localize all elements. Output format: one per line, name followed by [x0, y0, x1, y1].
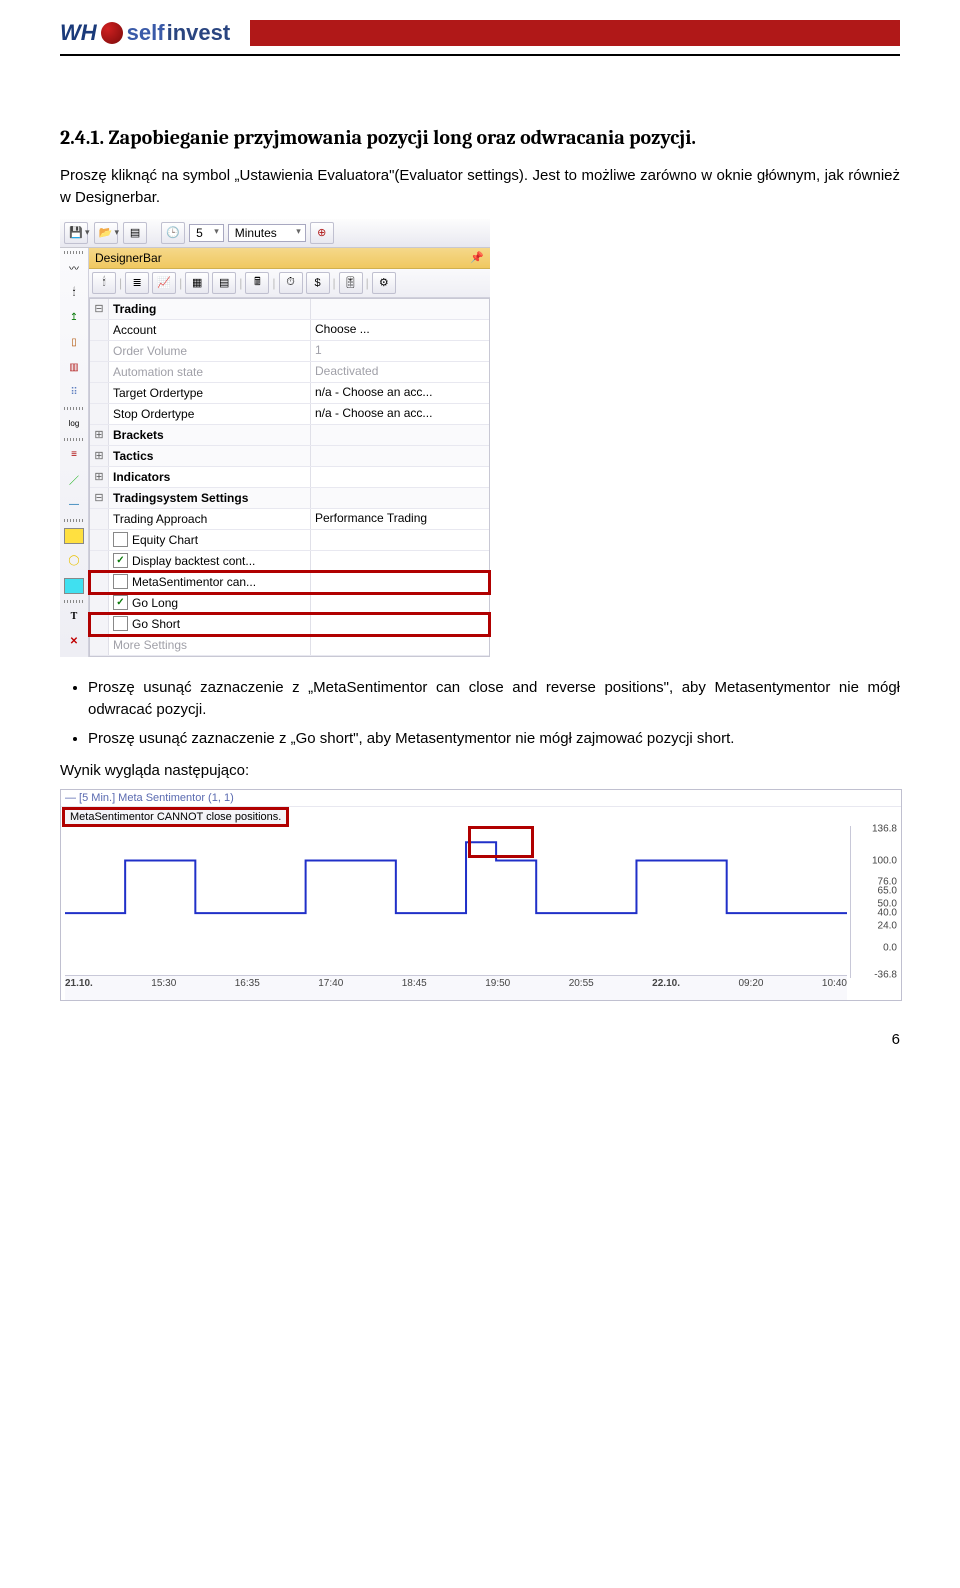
logo-globe-icon [101, 22, 123, 44]
prop-trading-approach[interactable]: Trading Approach Performance Trading [90, 509, 489, 530]
bullet-1: Proszę usunąć zaznaczenie z „MetaSentime… [88, 677, 900, 722]
bullet-2: Proszę usunąć zaznaczenie z „Go short", … [88, 728, 900, 751]
prop-stop-ordertype[interactable]: Stop Ordertype n/a - Choose an acc... [90, 404, 489, 425]
paragraph-1: Proszę kliknąć na symbol „Ustawienia Eva… [60, 165, 900, 209]
bullet-list: Proszę usunąć zaznaczenie z „MetaSentime… [88, 677, 900, 751]
db-calc-icon[interactable]: 🖩 [245, 272, 269, 294]
x-tick: 15:30 [151, 978, 176, 998]
checkbox-checked-icon[interactable]: ✓ [113, 595, 128, 610]
clock-icon[interactable]: 🕒 [161, 222, 185, 244]
x-tick: 22.10. [652, 978, 680, 998]
checkbox-unchecked-icon[interactable] [113, 574, 128, 589]
chart-x-axis: 21.10. 15:30 16:35 17:40 18:45 19:50 20:… [65, 975, 847, 1000]
y-tick: 65.0 [878, 886, 897, 897]
tool-delete-icon[interactable]: ✕ [62, 631, 86, 653]
designerbar-toolbar: 🕯 | ≣ 📈 | ▦ ▤ | 🖩 | ⏱ $ | 🎚 | ⚙ [89, 269, 490, 298]
x-tick: 16:35 [235, 978, 260, 998]
y-tick: 24.0 [878, 921, 897, 932]
designerbar-title-bar: DesignerBar 📌 [89, 248, 490, 269]
sentimentor-chart: — [5 Min.] Meta Sentimentor (1, 1) MetaS… [60, 789, 902, 1001]
x-tick: 17:40 [318, 978, 343, 998]
timeframe-unit-select[interactable]: Minutes [228, 224, 306, 242]
db-candle-icon[interactable]: 🕯 [92, 272, 116, 294]
x-tick: 18:45 [402, 978, 427, 998]
timeframe-value-input[interactable]: 5 [189, 224, 224, 242]
tool-trend-icon[interactable]: ／ [62, 469, 86, 491]
db-sliders-icon[interactable]: 🎚 [339, 272, 363, 294]
swatch-circle-yellow[interactable]: ◯ [62, 550, 86, 572]
chart-title: — [5 Min.] Meta Sentimentor (1, 1) [61, 790, 901, 807]
pin-icon[interactable]: 📌 [470, 251, 484, 264]
prop-order-volume: Order Volume 1 [90, 341, 489, 362]
checkbox-unchecked-icon[interactable] [113, 616, 128, 631]
category-brackets[interactable]: ⊞ Brackets [90, 425, 489, 446]
tool-dots-icon[interactable]: ⠿ [62, 382, 86, 404]
tool-ohlc-icon[interactable]: ▯ [62, 332, 86, 354]
logo-invest-text: invest [167, 20, 231, 46]
db-clock-icon[interactable]: ⏱ [279, 272, 303, 294]
prop-display-backtest[interactable]: ✓Display backtest cont... [90, 551, 489, 572]
section-title: 2.4.1. Zapobieganie przyjmowania pozycji… [60, 126, 900, 149]
checkbox-unchecked-icon[interactable] [113, 532, 128, 547]
logo: WH self invest [60, 20, 230, 46]
tool-line-chart-icon[interactable]: 〰 [62, 257, 86, 279]
prop-target-ordertype[interactable]: Target Ordertype n/a - Choose an acc... [90, 383, 489, 404]
x-tick: 10:40 [822, 978, 847, 998]
db-chart-icon[interactable]: 📈 [152, 272, 176, 294]
property-grid: ⊟ Trading Account Choose ... Order Volum… [89, 298, 490, 657]
page-number: 6 [60, 1031, 900, 1048]
y-tick: 136.8 [872, 824, 897, 835]
chart-annotation-badge: MetaSentimentor CANNOT close positions. [64, 809, 287, 825]
prop-go-short[interactable]: Go Short [90, 614, 489, 635]
prop-more-settings[interactable]: More Settings [90, 635, 489, 656]
tool-text-icon[interactable]: T [62, 606, 86, 628]
chart-highlight-box [468, 826, 534, 858]
chart-candles-icon[interactable]: ▤ [123, 222, 147, 244]
y-tick: 40.0 [878, 907, 897, 918]
y-tick: 100.0 [872, 855, 897, 866]
swatch-yellow[interactable] [62, 525, 86, 547]
category-tactics[interactable]: ⊞ Tactics [90, 446, 489, 467]
prop-equity-chart[interactable]: Equity Chart [90, 530, 489, 551]
db-dollar-icon[interactable]: $ [306, 272, 330, 294]
x-tick: 09:20 [738, 978, 763, 998]
category-trading[interactable]: ⊟ Trading [90, 299, 489, 320]
chart-series-line [65, 842, 847, 913]
header-divider [60, 54, 900, 56]
tool-bar-up-icon[interactable]: ↥ [62, 307, 86, 329]
tool-horiz-icon[interactable]: — [62, 494, 86, 516]
y-tick: 0.0 [883, 942, 897, 953]
logo-wh-text: WH [60, 20, 97, 46]
prop-automation-state: Automation state Deactivated [90, 362, 489, 383]
prop-account[interactable]: Account Choose ... [90, 320, 489, 341]
checkbox-checked-icon[interactable]: ✓ [113, 553, 128, 568]
zoom-chart-icon[interactable]: ⊕ [310, 222, 334, 244]
result-label: Wynik wygląda następująco: [60, 762, 900, 779]
prop-go-long[interactable]: ✓Go Long [90, 593, 489, 614]
category-tradingsystem-settings[interactable]: ⊟ Tradingsystem Settings [90, 488, 489, 509]
main-toolbar: 💾▾ 📂▾ ▤ 🕒 5 Minutes ⊕ [60, 219, 490, 248]
db-grid-icon[interactable]: ▦ [185, 272, 209, 294]
tool-palette: 〰 🕯 ↥ ▯ ▥ ⠿ log ≡ ／ — ◯ T ✕ [60, 248, 89, 657]
designerbar-title: DesignerBar [95, 251, 162, 265]
tool-log-icon[interactable]: log [62, 413, 86, 435]
prop-metasentimentor-can[interactable]: MetaSentimentor can... [90, 572, 489, 593]
y-tick: -36.8 [874, 969, 897, 980]
swatch-cyan[interactable] [62, 575, 86, 597]
x-tick: 21.10. [65, 978, 93, 998]
page-header: WH self invest [60, 20, 900, 46]
tool-candle-icon[interactable]: 🕯 [62, 282, 86, 304]
designerbar-screenshot: 💾▾ 📂▾ ▤ 🕒 5 Minutes ⊕ 〰 🕯 ↥ ▯ ▥ ⠿ log [60, 219, 490, 657]
tool-fib-icon[interactable]: ≡ [62, 444, 86, 466]
x-tick: 19:50 [485, 978, 510, 998]
db-report-icon[interactable]: ▤ [212, 272, 236, 294]
db-lines-icon[interactable]: ≣ [125, 272, 149, 294]
tool-histogram-icon[interactable]: ▥ [62, 357, 86, 379]
category-indicators[interactable]: ⊞ Indicators [90, 467, 489, 488]
chart-y-axis: 136.8 100.0 76.0 65.0 50.0 40.0 24.0 0.0… [850, 826, 901, 978]
x-tick: 20:55 [569, 978, 594, 998]
header-bar [250, 20, 900, 46]
logo-self-text: self [127, 20, 165, 46]
db-gear-icon[interactable]: ⚙ [372, 272, 396, 294]
